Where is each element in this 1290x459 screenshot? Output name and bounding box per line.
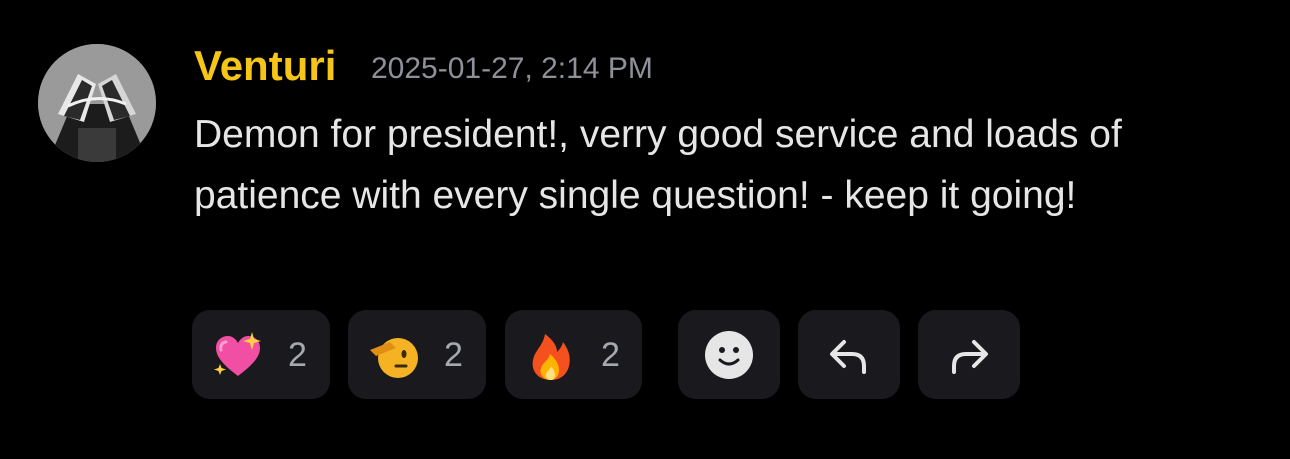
message-content: Demon for president!, verry good service… bbox=[194, 113, 1122, 217]
reaction-count: 2 bbox=[288, 336, 307, 374]
sparkling-heart-icon bbox=[212, 330, 264, 382]
author-name[interactable]: Venturi bbox=[194, 40, 336, 92]
saluting-face-icon bbox=[368, 330, 420, 382]
reaction-saluting-face[interactable]: 2 bbox=[348, 310, 486, 399]
forward-button[interactable] bbox=[918, 310, 1020, 399]
fire-icon bbox=[525, 330, 577, 382]
reaction-sparkling-heart[interactable]: 2 bbox=[192, 310, 330, 399]
avatar[interactable] bbox=[38, 44, 156, 162]
chat-message: Venturi 2025-01-27, 2:14 PM Demon for pr… bbox=[0, 0, 1290, 459]
reaction-count: 2 bbox=[601, 336, 620, 374]
reaction-fire[interactable]: 2 bbox=[505, 310, 642, 399]
message-timestamp: 2025-01-27, 2:14 PM bbox=[371, 52, 653, 85]
reaction-count: 2 bbox=[444, 336, 463, 374]
add-reaction-icon bbox=[705, 331, 753, 379]
add-reaction-button[interactable] bbox=[678, 310, 780, 399]
avatar-image bbox=[38, 44, 156, 162]
reply-button[interactable] bbox=[798, 310, 900, 399]
forward-icon bbox=[952, 340, 988, 374]
reply-icon bbox=[830, 340, 866, 374]
